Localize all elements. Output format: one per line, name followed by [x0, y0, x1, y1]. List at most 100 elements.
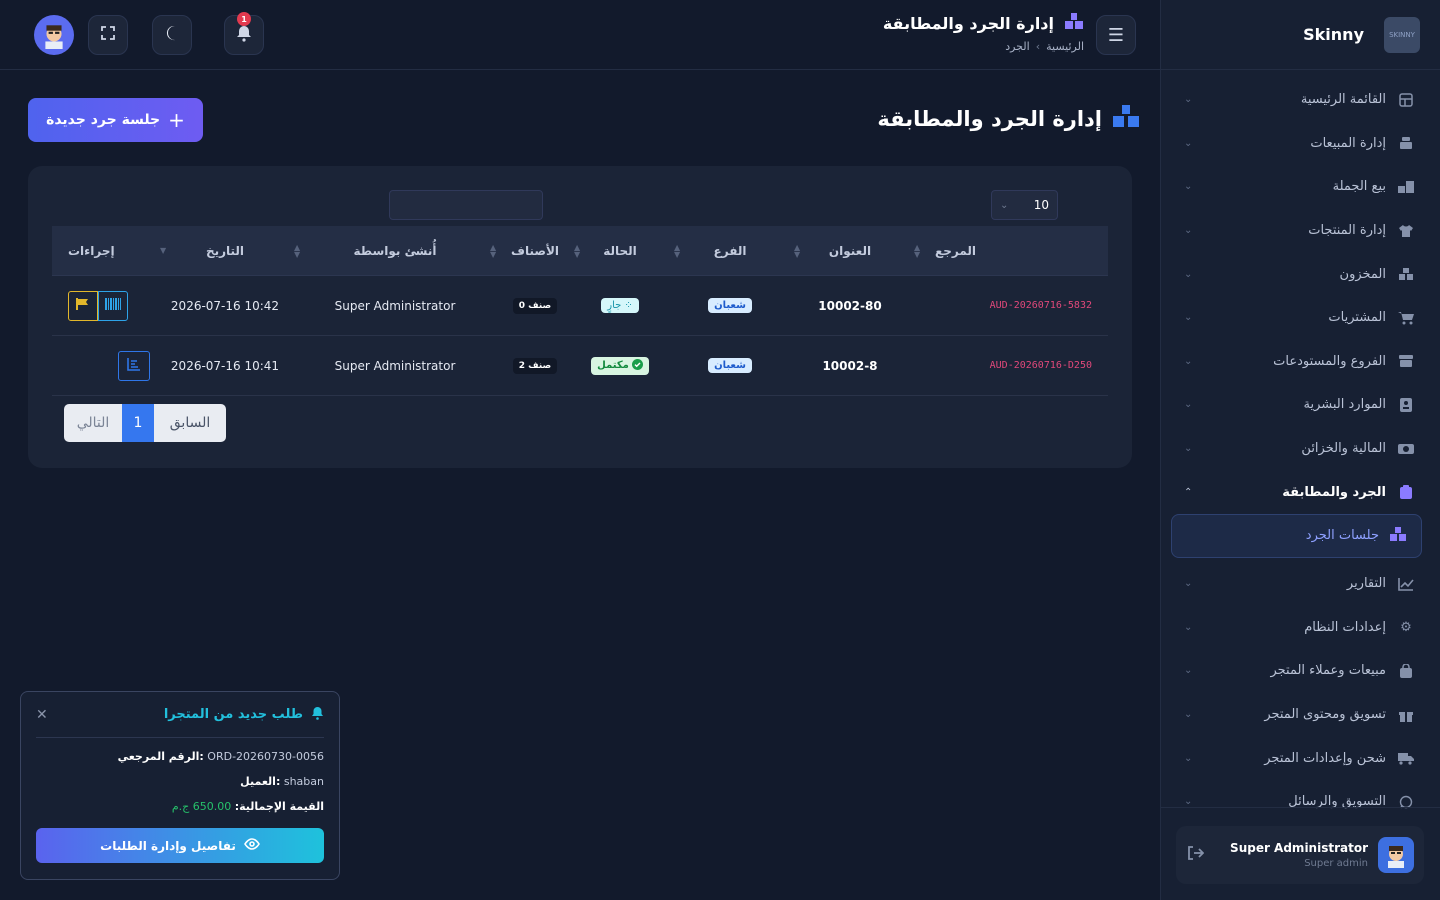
sidebar-item-inventory[interactable]: ⌄ المخزون — [1160, 252, 1440, 296]
sidebar-item-audit[interactable]: ⌃ الجرد والمطابقة — [1160, 470, 1440, 514]
page-length-select[interactable]: ⌄ 10 — [991, 190, 1058, 220]
chevron-down-icon: ⌄ — [1184, 312, 1193, 324]
sidebar-item-label: الجرد والمطابقة — [1282, 484, 1386, 500]
header-actions: إجراءات — [68, 243, 115, 258]
scan-barcode-button[interactable] — [98, 290, 128, 321]
sidebar-item-store-shipping[interactable]: ⌄ شحن وإعدادات المتجر — [1160, 736, 1440, 780]
bell-icon — [311, 706, 324, 724]
pagination-page-1[interactable]: 1 — [122, 404, 154, 442]
topbar-title-block: إدارة الجرد والمطابقة الجرد ‹ الرئيسية — [883, 12, 1084, 53]
sidebar-item-purchases[interactable]: ⌄ المشتريات — [1160, 296, 1440, 340]
register-icon — [1398, 135, 1414, 151]
sort-icon: ▲ ▼ — [574, 242, 581, 259]
stack-icon — [1398, 266, 1414, 282]
view-report-button[interactable] — [118, 350, 150, 381]
toast-title-text: طلب جديد من المتجرا — [163, 707, 303, 722]
pagination-next[interactable]: التالي — [64, 404, 122, 442]
menu-toggle-button[interactable]: ☰ — [1096, 15, 1136, 55]
sidebar-item-store-sales[interactable]: ⌄ مبيعات وعملاء المتجر — [1160, 649, 1440, 693]
header-ref[interactable]: ▲ ▼ المرجع — [910, 243, 1108, 258]
chart-icon — [1398, 576, 1414, 592]
row-status: جارٍ ⁘ — [570, 298, 670, 313]
breadcrumb-current: الجرد — [1005, 40, 1030, 53]
row-ref-link[interactable]: AUD-20260716-5832 — [990, 300, 1092, 311]
chevron-down-icon: ⌄ — [1184, 752, 1193, 764]
theme-toggle-button[interactable] — [152, 15, 192, 55]
row-ref: AUD-20260716-D250 — [910, 360, 1108, 371]
header-status[interactable]: ▲ ▼ الحالة — [570, 242, 670, 259]
toast-ref-label: الرقم المرجعي: — [117, 750, 204, 763]
search-input[interactable] — [389, 190, 543, 220]
stack-icon — [1064, 12, 1084, 34]
sidebar-item-label: إعدادات النظام — [1304, 619, 1386, 635]
sidebar-item-label: المخزون — [1339, 266, 1386, 282]
brand-logo-text: SKINNY — [1389, 30, 1415, 39]
header-title[interactable]: ▲ ▼ العنوان — [790, 243, 910, 258]
breadcrumb-home[interactable]: الرئيسية — [1046, 40, 1084, 53]
topbar-title-text: إدارة الجرد والمطابقة — [882, 13, 1054, 33]
chevron-down-icon: ⌄ — [1184, 796, 1193, 808]
sidebar-item-messaging[interactable]: ⌄ التسويق والرسائل — [1160, 780, 1440, 824]
items-badge: 2 صنف — [512, 357, 558, 374]
toast-total-label: القيمة الإجمالية: — [234, 800, 324, 813]
logout-icon[interactable] — [1186, 845, 1205, 865]
sidebar-item-label: القائمة الرئيسية — [1300, 92, 1386, 108]
finish-audit-button[interactable] — [68, 290, 98, 321]
sidebar-item-finance[interactable]: ⌄ المالية والخزائن — [1160, 427, 1440, 471]
new-audit-session-button[interactable]: جلسة جرد جديدة + — [28, 98, 203, 142]
breadcrumb: الجرد ‹ الرئيسية — [883, 40, 1084, 53]
topbar-title: إدارة الجرد والمطابقة — [883, 12, 1084, 34]
user-info: Super Administrator Super admin — [1230, 841, 1368, 869]
header-branch-label: الفرع — [713, 243, 747, 258]
page-title-text: إدارة الجرد والمطابقة — [877, 106, 1102, 131]
header-title-label: العنوان — [828, 243, 872, 258]
chevron-down-icon: ⌄ — [1184, 443, 1193, 455]
header-date[interactable]: ▼ التاريخ — [160, 244, 290, 258]
new-order-toast: ✕ طلب جديد من المتجرا الرقم المرجعي: ORD… — [20, 691, 340, 880]
sidebar-item-hr[interactable]: ⌄ الموارد البشرية — [1160, 383, 1440, 427]
header-items[interactable]: ▲ ▼ الأصناف — [490, 243, 570, 258]
sidebar-item-wholesale[interactable]: ⌄ بيع الجملة — [1160, 165, 1440, 209]
report-icon — [127, 357, 141, 374]
audit-sessions-table: إجراءات ▼ التاريخ ▲ ▼ أُنشئ بواسطة ▲ ▼ الأ… — [52, 226, 1108, 396]
header-date-label: التاريخ — [205, 243, 245, 258]
toast-ref-value: ORD-20260730-0056 — [207, 750, 324, 763]
row-title: 10002-80 — [818, 298, 882, 313]
close-icon[interactable]: ✕ — [36, 707, 48, 723]
pagination-prev[interactable]: السابق — [154, 404, 226, 442]
store-icon — [1398, 353, 1414, 369]
check-circle-icon — [631, 358, 643, 373]
sidebar-item-reports[interactable]: ⌄ التقارير — [1160, 562, 1440, 606]
order-details-label: تفاصيل وإدارة الطلبات — [100, 838, 236, 853]
row-items: 0 صنف — [500, 297, 570, 314]
fullscreen-button[interactable] — [88, 15, 128, 55]
hamburger-icon: ☰ — [1107, 24, 1125, 46]
sidebar-item-sales[interactable]: ⌄ إدارة المبيعات — [1160, 122, 1440, 166]
header-created-by[interactable]: ▲ ▼ أُنشئ بواسطة — [290, 243, 500, 258]
money-icon — [1398, 441, 1414, 457]
sidebar-menu: ⌄ القائمة الرئيسية ⌄ إدارة المبيعات ⌄ بي… — [1160, 78, 1440, 824]
sidebar-item-store-marketing[interactable]: ⌄ تسويق ومحتوى المتجر — [1160, 693, 1440, 737]
eye-icon — [243, 838, 260, 853]
sidebar-item-home[interactable]: ⌄ القائمة الرئيسية — [1160, 78, 1440, 122]
header-branch[interactable]: ▲ ▼ الفرع — [670, 243, 790, 258]
fullscreen-icon — [101, 26, 115, 44]
sidebar-brand: Skinny SKINNY — [1161, 0, 1440, 70]
sidebar-item-branches[interactable]: ⌄ الفروع والمستودعات — [1160, 340, 1440, 384]
row-created-by: Super Administrator — [334, 358, 456, 373]
chevron-down-icon: ⌄ — [1184, 578, 1193, 590]
notifications-button[interactable]: 1 — [224, 12, 264, 55]
sidebar-subitem-audit-sessions[interactable]: جلسات الجرد — [1171, 513, 1422, 558]
sidebar-subitem-label: جلسات الجرد — [1305, 528, 1379, 544]
chevron-down-icon: ⌄ — [1184, 268, 1193, 280]
sidebar-item-label: التقارير — [1346, 576, 1386, 592]
avatar[interactable] — [34, 15, 74, 55]
branch-badge: شعبان — [708, 298, 752, 313]
order-details-button[interactable]: تفاصيل وإدارة الطلبات — [36, 828, 324, 863]
breadcrumb-separator-icon: ‹ — [1035, 40, 1041, 53]
row-ref-link[interactable]: AUD-20260716-D250 — [990, 360, 1092, 371]
sidebar-item-settings[interactable]: ⌄ إعدادات النظام ⚙ — [1160, 606, 1440, 650]
brand-logo[interactable]: SKINNY — [1384, 16, 1420, 53]
sidebar-item-products[interactable]: ⌄ إدارة المنتجات — [1160, 209, 1440, 253]
row-status: مكتمل — [570, 356, 670, 375]
